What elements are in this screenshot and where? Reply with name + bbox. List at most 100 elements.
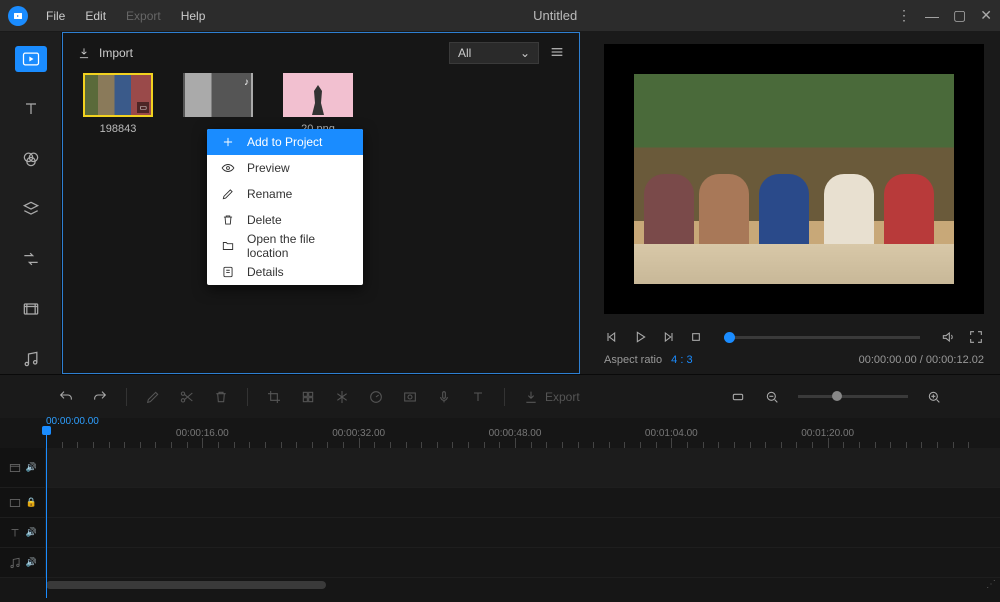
audio-badge-icon: ♪ <box>244 77 249 88</box>
ruler-label: 00:01:04.00 <box>645 428 698 439</box>
ctx-delete[interactable]: Delete <box>207 207 363 233</box>
menu-export[interactable]: Export <box>118 5 169 27</box>
fullscreen-button[interactable] <box>968 329 984 345</box>
timeline-ruler[interactable]: 00:00:00.00 00:00:16.0000:00:32.0000:00:… <box>0 418 1000 448</box>
preview-panel: Aspect ratio 4 : 3 00:00:00.00 / 00:00:1… <box>580 32 1000 374</box>
kebab-menu-icon[interactable]: ⋮ <box>897 7 911 24</box>
ruler-label: 00:01:20.00 <box>801 428 854 439</box>
media-thumb-3[interactable]: 20.png <box>283 73 353 135</box>
menu-edit[interactable]: Edit <box>77 5 114 27</box>
trash-icon <box>221 213 235 227</box>
zoom-in-button[interactable] <box>926 389 942 405</box>
export-label: Export <box>545 390 580 404</box>
volume-button[interactable] <box>940 329 956 345</box>
minimize-button[interactable]: — <box>925 8 939 24</box>
preview-frame <box>634 74 954 284</box>
media-thumb-1[interactable]: ▭ 198843 <box>83 73 153 135</box>
text-tab[interactable] <box>15 96 47 122</box>
list-view-toggle[interactable] <box>549 44 565 63</box>
close-button[interactable]: ✕ <box>980 7 992 24</box>
preview-scrubber[interactable] <box>724 336 920 339</box>
music-tab[interactable] <box>15 346 47 372</box>
audio-track[interactable]: 🔊 <box>0 548 1000 578</box>
undo-button[interactable] <box>58 389 74 405</box>
menu-file[interactable]: File <box>38 5 73 27</box>
ruler-label: 00:00:16.00 <box>176 428 229 439</box>
text-tool[interactable] <box>470 389 486 405</box>
thumb-image: ▭ <box>83 73 153 117</box>
ctx-label: Add to Project <box>247 135 322 149</box>
filters-tab[interactable] <box>15 146 47 172</box>
track-head-text[interactable]: 🔊 <box>0 518 46 547</box>
play-button[interactable] <box>632 329 648 345</box>
app-logo <box>8 6 28 26</box>
import-icon <box>77 46 91 60</box>
info-icon <box>221 265 235 279</box>
window-title: Untitled <box>213 8 897 23</box>
video-track[interactable]: 🔊 <box>0 448 1000 488</box>
ctx-add-to-project[interactable]: Add to Project <box>207 129 363 155</box>
context-menu: Add to Project Preview Rename Delete Ope… <box>207 129 363 285</box>
prev-frame-button[interactable] <box>604 329 620 345</box>
media-filter-select[interactable]: All ⌄ <box>449 42 539 64</box>
maximize-button[interactable]: ▢ <box>953 7 966 24</box>
eye-icon <box>221 161 235 175</box>
mosaic-tool[interactable] <box>300 389 316 405</box>
pencil-icon <box>221 187 235 201</box>
ctx-label: Open the file location <box>247 232 349 260</box>
ctx-open-location[interactable]: Open the file location <box>207 233 363 259</box>
tool-sidebar <box>0 32 62 374</box>
thumb-image: ♪ <box>183 73 253 117</box>
media-thumb-2[interactable]: ♪ <box>183 73 253 135</box>
voice-tool[interactable] <box>436 389 452 405</box>
main-menu: File Edit Export Help <box>38 5 213 27</box>
delete-tool[interactable] <box>213 389 229 405</box>
elements-tab[interactable] <box>15 296 47 322</box>
resize-grip-icon[interactable]: ⋰ <box>986 579 996 590</box>
preview-viewport <box>604 44 984 314</box>
ctx-label: Details <box>247 265 284 279</box>
titlebar: File Edit Export Help Untitled ⋮ — ▢ ✕ <box>0 0 1000 32</box>
folder-icon <box>221 239 235 253</box>
ctx-label: Rename <box>247 187 292 201</box>
freeze-tool[interactable] <box>334 389 350 405</box>
thumb-image <box>283 73 353 117</box>
track-head-audio[interactable]: 🔊 <box>0 548 46 577</box>
window-controls: ⋮ — ▢ ✕ <box>897 7 992 24</box>
track-head-overlay[interactable]: 🔒 <box>0 488 46 517</box>
filter-value: All <box>458 46 471 60</box>
track-head-video[interactable]: 🔊 <box>0 448 46 487</box>
speed-tool[interactable] <box>368 389 384 405</box>
timeline-toolbar: Export <box>0 374 1000 418</box>
import-button[interactable]: Import <box>77 46 133 60</box>
timeline-tracks: 🔊 🔒 🔊 🔊 ⋰ <box>0 448 1000 592</box>
playhead-time: 00:00:00.00 <box>46 416 99 427</box>
next-frame-button[interactable] <box>660 329 676 345</box>
aspect-ratio-value[interactable]: 4 : 3 <box>671 354 692 366</box>
stop-button[interactable] <box>688 329 704 345</box>
ctx-details[interactable]: Details <box>207 259 363 285</box>
fit-timeline-button[interactable] <box>730 389 746 405</box>
edit-tool[interactable] <box>145 389 161 405</box>
transitions-tab[interactable] <box>15 246 47 272</box>
crop-tool[interactable] <box>266 389 282 405</box>
cut-tool[interactable] <box>179 389 195 405</box>
zoom-clip-tool[interactable] <box>402 389 418 405</box>
playhead[interactable] <box>46 428 47 598</box>
export-tool[interactable]: Export <box>523 389 580 405</box>
timeline-scrollbar[interactable] <box>0 578 1000 592</box>
ctx-preview[interactable]: Preview <box>207 155 363 181</box>
zoom-out-button[interactable] <box>764 389 780 405</box>
redo-button[interactable] <box>92 389 108 405</box>
ctx-label: Preview <box>247 161 290 175</box>
ctx-label: Delete <box>247 213 282 227</box>
text-track[interactable]: 🔊 <box>0 518 1000 548</box>
zoom-slider[interactable] <box>798 395 908 398</box>
ctx-rename[interactable]: Rename <box>207 181 363 207</box>
media-tab[interactable] <box>15 46 47 72</box>
ruler-label: 00:00:32.00 <box>332 428 385 439</box>
overlays-tab[interactable] <box>15 196 47 222</box>
thumb-label: 198843 <box>83 123 153 135</box>
overlay-track[interactable]: 🔒 <box>0 488 1000 518</box>
menu-help[interactable]: Help <box>173 5 214 27</box>
